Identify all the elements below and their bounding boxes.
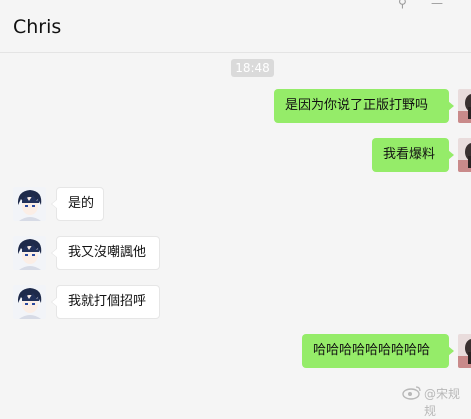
outgoing-message-bubble[interactable]: 是因为你说了正版打野吗	[274, 89, 454, 123]
pin-icon[interactable]: ⚲	[398, 0, 407, 10]
chat-title: Chris	[13, 16, 62, 38]
self-avatar[interactable]	[458, 334, 471, 368]
message-timestamp: 18:48	[231, 59, 274, 77]
weibo-icon	[402, 386, 421, 400]
minimize-icon[interactable]: —	[431, 0, 443, 10]
chat-header: Chris ⚲ —	[0, 0, 471, 53]
self-avatar[interactable]	[458, 138, 471, 172]
anime-boy-blue-hair-avatar-icon	[13, 187, 46, 221]
watermark-text: @宋规规	[424, 387, 461, 418]
dark-figure-avatar-icon	[458, 89, 471, 123]
anime-boy-blue-hair-avatar-icon	[13, 236, 46, 270]
dark-figure-avatar-icon	[458, 138, 471, 172]
outgoing-message-bubble[interactable]: 我看爆料	[372, 138, 454, 172]
anime-boy-blue-hair-avatar-icon	[13, 285, 46, 319]
contact-avatar[interactable]	[13, 236, 46, 270]
dark-figure-avatar-icon	[458, 334, 471, 368]
contact-avatar[interactable]	[13, 285, 46, 319]
self-avatar[interactable]	[458, 89, 471, 123]
incoming-message-bubble[interactable]: 是的	[51, 187, 104, 221]
incoming-message-bubble[interactable]: 我又沒嘲諷他	[51, 236, 160, 270]
outgoing-message-bubble[interactable]: 哈哈哈哈哈哈哈哈哈	[302, 334, 454, 368]
contact-avatar[interactable]	[13, 187, 46, 221]
incoming-message-bubble[interactable]: 我就打個招呼	[51, 285, 160, 319]
